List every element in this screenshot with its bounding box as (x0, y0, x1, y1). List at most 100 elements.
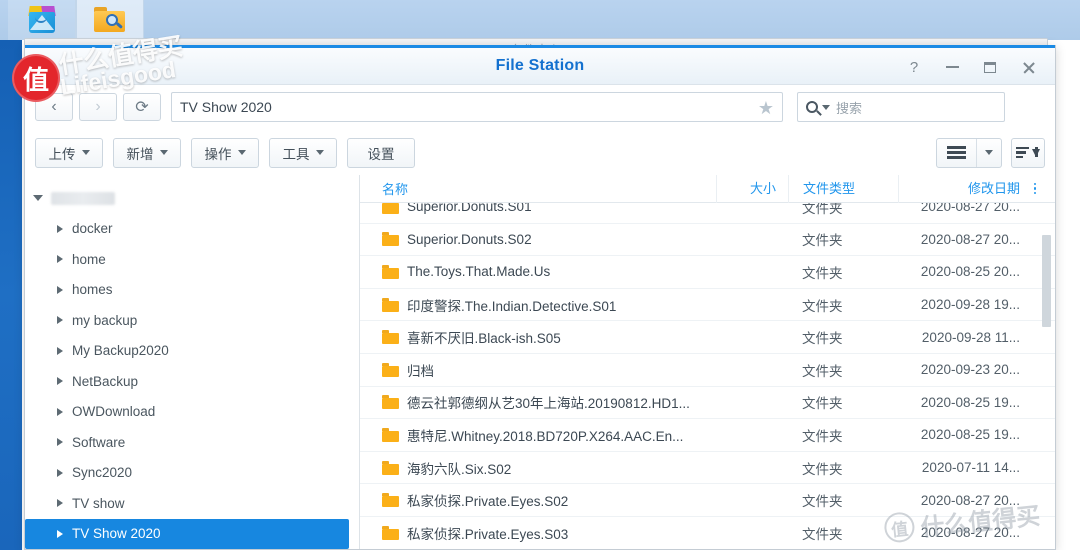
folder-icon (382, 427, 399, 442)
table-row[interactable]: 私家侦探.Private.Eyes.S03 文件夹 2020-08-27 20.… (360, 517, 1055, 549)
minimize-button[interactable] (935, 54, 969, 80)
table-row[interactable]: 海豹六队.Six.S02 文件夹 2020-07-11 14... (360, 452, 1055, 485)
package-center-icon (27, 6, 57, 34)
file-date: 2020-09-28 11... (921, 329, 1020, 345)
sidebar-item-docker[interactable]: docker (25, 214, 359, 245)
toolbar: 上传 新增 操作 工具 设置 (25, 130, 1055, 175)
column-options-icon[interactable] (1026, 182, 1044, 195)
sidebar-item-label: my backup (72, 312, 138, 328)
file-date: 2020-09-23 20... (920, 362, 1020, 378)
refresh-button[interactable]: ⟳ (123, 93, 161, 121)
table-row[interactable]: 德云社郭德纲从艺30年上海站.20190812.HD1... 文件夹 2020-… (360, 387, 1055, 420)
chevron-right-icon[interactable] (57, 316, 63, 325)
chevron-right-icon[interactable] (57, 285, 63, 294)
sidebar-item-sync2020[interactable]: Sync2020 (25, 458, 359, 489)
address-input[interactable]: TV Show 2020 ★ (171, 92, 783, 122)
table-row[interactable]: Superior.Donuts.S02 文件夹 2020-08-27 20... (360, 224, 1055, 257)
view-mode-group (936, 137, 1002, 168)
file-type: 文件夹 (802, 526, 843, 542)
favorite-star-icon[interactable]: ★ (758, 97, 774, 119)
file-type: 文件夹 (802, 203, 843, 216)
upload-button-label: 上传 (48, 146, 76, 162)
file-date: 2020-08-25 19... (920, 427, 1020, 443)
close-button[interactable] (1011, 54, 1045, 80)
sidebar-item-netbackup[interactable]: NetBackup (25, 366, 359, 397)
chevron-right-icon[interactable] (57, 438, 63, 447)
folder-icon (382, 330, 399, 345)
upload-button[interactable]: 上传 (35, 137, 103, 168)
column-header-size[interactable]: 大小 (716, 175, 788, 203)
column-header-type[interactable]: 文件类型 (788, 175, 898, 203)
sidebar-item-my-backup[interactable]: my backup (25, 305, 359, 336)
sidebar-item-homes[interactable]: homes (25, 275, 359, 306)
file-name: 印度警探.The.Indian.Detective.S01 (407, 298, 617, 314)
sidebar-item-label: TV Show 2020 (72, 526, 161, 542)
chevron-right-icon[interactable] (57, 255, 63, 264)
table-row[interactable]: The.Toys.That.Made.Us 文件夹 2020-08-25 20.… (360, 256, 1055, 289)
file-name-cell: 海豹六队.Six.S02 (360, 458, 716, 478)
chevron-right-icon[interactable] (57, 224, 63, 233)
titlebar[interactable]: File Station ? (25, 48, 1055, 85)
table-row[interactable]: 喜新不厌旧.Black-ish.S05 文件夹 2020-09-28 11... (360, 321, 1055, 354)
file-name: 德云社郭德纲从艺30年上海站.20190812.HD1... (407, 396, 690, 412)
file-list-scrollbar[interactable] (1042, 203, 1053, 549)
help-button[interactable]: ? (897, 54, 931, 80)
sidebar-item-label: Software (72, 434, 126, 450)
file-name: 私家侦探.Private.Eyes.S03 (407, 526, 569, 542)
chevron-down-icon (985, 150, 993, 155)
file-station-folder-search-icon (93, 6, 127, 34)
sidebar-item-owdownload[interactable]: OWDownload (25, 397, 359, 428)
file-date: 2020-08-27 20... (920, 203, 1020, 215)
table-row[interactable]: 归档 文件夹 2020-09-23 20... (360, 354, 1055, 387)
taskbar-item-package-center[interactable] (8, 0, 76, 40)
chevron-right-icon[interactable] (57, 529, 63, 538)
chevron-down-icon (315, 150, 324, 155)
chevron-left-icon: ‹ (51, 98, 57, 115)
desktop-wallpaper (0, 38, 22, 550)
sidebar-item-my-backup2020[interactable]: My Backup2020 (25, 336, 359, 367)
folder-icon (382, 232, 399, 247)
sidebar-item-label: docker (72, 221, 113, 237)
chevron-down-icon (81, 150, 90, 155)
maximize-button[interactable] (973, 54, 1007, 80)
maximize-icon (984, 61, 996, 73)
search-input[interactable]: 搜索 (797, 92, 1005, 122)
file-name-cell: 私家侦探.Private.Eyes.S03 (360, 523, 716, 543)
chevron-right-icon[interactable] (57, 377, 63, 386)
list-view-button[interactable] (937, 138, 977, 167)
settings-button[interactable]: 设置 (347, 137, 415, 168)
taskbar-item-file-station[interactable] (76, 0, 144, 40)
chevron-right-icon[interactable] (57, 407, 63, 416)
sidebar-item-root[interactable] (25, 183, 359, 214)
chevron-down-icon[interactable] (33, 195, 43, 202)
table-row[interactable]: Superior.Donuts.S01 文件夹 2020-08-27 20... (360, 203, 1055, 224)
file-name: 喜新不厌旧.Black-ish.S05 (407, 331, 561, 347)
chevron-right-icon[interactable] (57, 346, 63, 355)
create-button[interactable]: 新增 (113, 137, 181, 168)
sidebar-root-label-redacted (51, 191, 115, 205)
sidebar-item-software[interactable]: Software (25, 427, 359, 458)
sidebar-item-tv-show-2020[interactable]: TV Show 2020 (25, 518, 349, 549)
file-date: 2020-08-27 20... (920, 492, 1020, 508)
scrollbar-thumb[interactable] (1042, 235, 1051, 327)
sidebar-item-home[interactable]: home (25, 244, 359, 275)
tools-button[interactable]: 工具 (269, 137, 337, 168)
back-button[interactable]: ‹ (35, 93, 73, 121)
list-view-icon (947, 143, 966, 161)
sidebar-item-label: home (72, 251, 106, 267)
column-header-name[interactable]: 名称 (360, 179, 716, 198)
action-button[interactable]: 操作 (191, 137, 259, 168)
file-list-pane: 名称 大小 文件类型 修改日期 Superior.Donuts.S01 文件夹 … (360, 175, 1055, 549)
table-row[interactable]: 印度警探.The.Indian.Detective.S01 文件夹 2020-0… (360, 289, 1055, 322)
file-station-window: File Station ? ‹ › ⟳ TV Show 2020 ★ 搜索 上… (24, 45, 1056, 550)
forward-button[interactable]: › (79, 93, 117, 121)
table-row[interactable]: 惠特尼.Whitney.2018.BD720P.X264.AAC.En... 文… (360, 419, 1055, 452)
column-header-date[interactable]: 修改日期 (898, 175, 1026, 203)
chevron-right-icon[interactable] (57, 468, 63, 477)
search-options-chevron-down-icon[interactable] (822, 104, 830, 110)
sort-button[interactable] (1011, 137, 1045, 168)
view-mode-dropdown-button[interactable] (977, 139, 1001, 167)
chevron-right-icon[interactable] (57, 499, 63, 508)
sidebar-item-tv-show[interactable]: TV show (25, 488, 359, 519)
table-row[interactable]: 私家侦探.Private.Eyes.S02 文件夹 2020-08-27 20.… (360, 484, 1055, 517)
